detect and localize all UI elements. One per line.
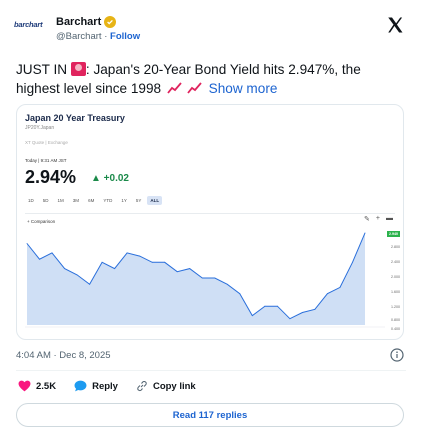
chart-point bbox=[302, 312, 303, 313]
action-bar: 2.5K Reply Copy link bbox=[18, 380, 214, 392]
author-handle[interactable]: @Barchart bbox=[56, 31, 102, 42]
quote-time: Today | 9:31 AM JST bbox=[25, 158, 67, 163]
reply-button[interactable]: Reply bbox=[74, 380, 118, 392]
quote-change: ▲ +0.02 bbox=[91, 173, 129, 184]
chart-point bbox=[251, 315, 253, 316]
chart-point bbox=[364, 232, 366, 234]
read-replies-button[interactable]: Read 117 replies bbox=[16, 403, 404, 427]
range-5d[interactable]: 5D bbox=[40, 196, 52, 205]
chart-point bbox=[39, 258, 40, 260]
tweet-text: JUST IN : Japan's 20-Year Bond Yield hit… bbox=[16, 60, 408, 98]
range-1d[interactable]: 1D bbox=[25, 196, 37, 205]
author-avatar[interactable]: barchart bbox=[14, 20, 52, 46]
chart-point bbox=[327, 293, 328, 295]
reply-label: Reply bbox=[92, 380, 118, 392]
chart-point bbox=[139, 255, 141, 257]
chart-point bbox=[114, 268, 116, 269]
range-3m[interactable]: 3M bbox=[70, 196, 82, 205]
link-icon bbox=[137, 380, 147, 392]
y-tick-0: 2.800 bbox=[391, 245, 400, 249]
chart-point bbox=[51, 252, 53, 254]
divider bbox=[16, 370, 406, 371]
show-more-link[interactable]: Show more bbox=[209, 81, 278, 96]
crosshair-icon[interactable]: + bbox=[376, 215, 380, 223]
tweet-header: barchart Barchart @Barchart · Follow bbox=[14, 12, 408, 50]
chart-card[interactable]: Japan 20 Year Treasury JP20Y.Japan XT Qu… bbox=[16, 104, 404, 340]
comparison-button[interactable]: + Comparison bbox=[27, 219, 55, 224]
chart-area-fill bbox=[27, 232, 365, 325]
y-tick-5: 0.800 bbox=[391, 318, 400, 322]
chart-point bbox=[226, 283, 228, 285]
y-tick-1: 2.400 bbox=[391, 260, 400, 264]
yield-chart bbox=[25, 232, 385, 328]
chart-point bbox=[239, 293, 241, 295]
chart-increasing-emoji-2 bbox=[187, 82, 202, 94]
chart-point bbox=[264, 305, 266, 307]
chart-point bbox=[339, 287, 341, 288]
chart-point bbox=[151, 261, 153, 263]
chart-point bbox=[101, 261, 103, 263]
y-tick-2: 2.000 bbox=[391, 275, 400, 279]
x-logo-icon[interactable] bbox=[386, 16, 404, 34]
verified-badge-icon bbox=[104, 16, 117, 28]
chart-symbol: JP20Y.Japan bbox=[25, 125, 55, 131]
copy-link-button[interactable]: Copy link bbox=[136, 380, 196, 392]
like-count: 2.5K bbox=[36, 380, 57, 392]
chart-point bbox=[126, 252, 128, 254]
range-ytd[interactable]: YTD bbox=[100, 196, 115, 205]
y-tick-3: 1.600 bbox=[391, 290, 400, 294]
range-all[interactable]: ALL bbox=[147, 196, 163, 205]
chart-point bbox=[276, 305, 278, 307]
chart-point bbox=[76, 274, 78, 276]
chart-point bbox=[64, 268, 65, 269]
tweet-text-prefix: JUST IN bbox=[16, 62, 71, 77]
range-5y[interactable]: 5Y bbox=[133, 196, 145, 205]
chart-point bbox=[314, 308, 316, 310]
y-tick-4: 1.200 bbox=[391, 305, 400, 309]
range-selector: 1D 5D 1M 3M 6M YTD 1Y 5Y ALL bbox=[25, 196, 163, 205]
author-name[interactable]: Barchart bbox=[56, 16, 101, 28]
chart-point bbox=[164, 261, 166, 263]
chart-title: Japan 20 Year Treasury bbox=[25, 113, 125, 123]
reply-bubble-icon bbox=[74, 380, 87, 392]
tweet-timestamp[interactable]: 4:04 AM · Dec 8, 2025 bbox=[16, 350, 111, 361]
quote-price: 2.94% bbox=[25, 167, 77, 187]
chart-point bbox=[201, 277, 203, 279]
like-button[interactable]: 2.5K bbox=[18, 380, 56, 392]
card-divider bbox=[25, 213, 395, 214]
y-tick-6: 0.400 bbox=[391, 327, 400, 331]
chart-increasing-emoji bbox=[166, 81, 183, 95]
range-1y[interactable]: 1Y bbox=[118, 196, 130, 205]
copy-link-label: Copy link bbox=[152, 380, 196, 392]
handle-separator: · bbox=[104, 31, 108, 42]
chart-point bbox=[189, 268, 191, 269]
chart-tools: ✎ + ▬ bbox=[364, 215, 393, 223]
chart-point bbox=[176, 271, 178, 273]
follow-button[interactable]: Follow bbox=[110, 31, 140, 42]
quote-source: XT Quote | Exchange bbox=[25, 140, 68, 145]
info-icon[interactable] bbox=[390, 348, 404, 362]
range-1m[interactable]: 1M bbox=[55, 196, 67, 205]
range-6m[interactable]: 6M bbox=[85, 196, 97, 205]
draw-icon[interactable]: ✎ bbox=[364, 215, 370, 223]
y-tick-current: 2.940 bbox=[387, 231, 400, 237]
chart-point bbox=[89, 283, 90, 285]
settings-icon[interactable]: ▬ bbox=[386, 215, 393, 223]
chart-point bbox=[352, 261, 353, 263]
heart-icon bbox=[18, 380, 31, 392]
chart-point bbox=[214, 277, 216, 279]
chart-point bbox=[289, 318, 291, 320]
chart-point bbox=[26, 243, 28, 244]
author-logo-text: barchart bbox=[14, 20, 43, 29]
author-info: Barchart @Barchart · Follow bbox=[56, 16, 140, 42]
siren-emoji bbox=[70, 62, 86, 76]
